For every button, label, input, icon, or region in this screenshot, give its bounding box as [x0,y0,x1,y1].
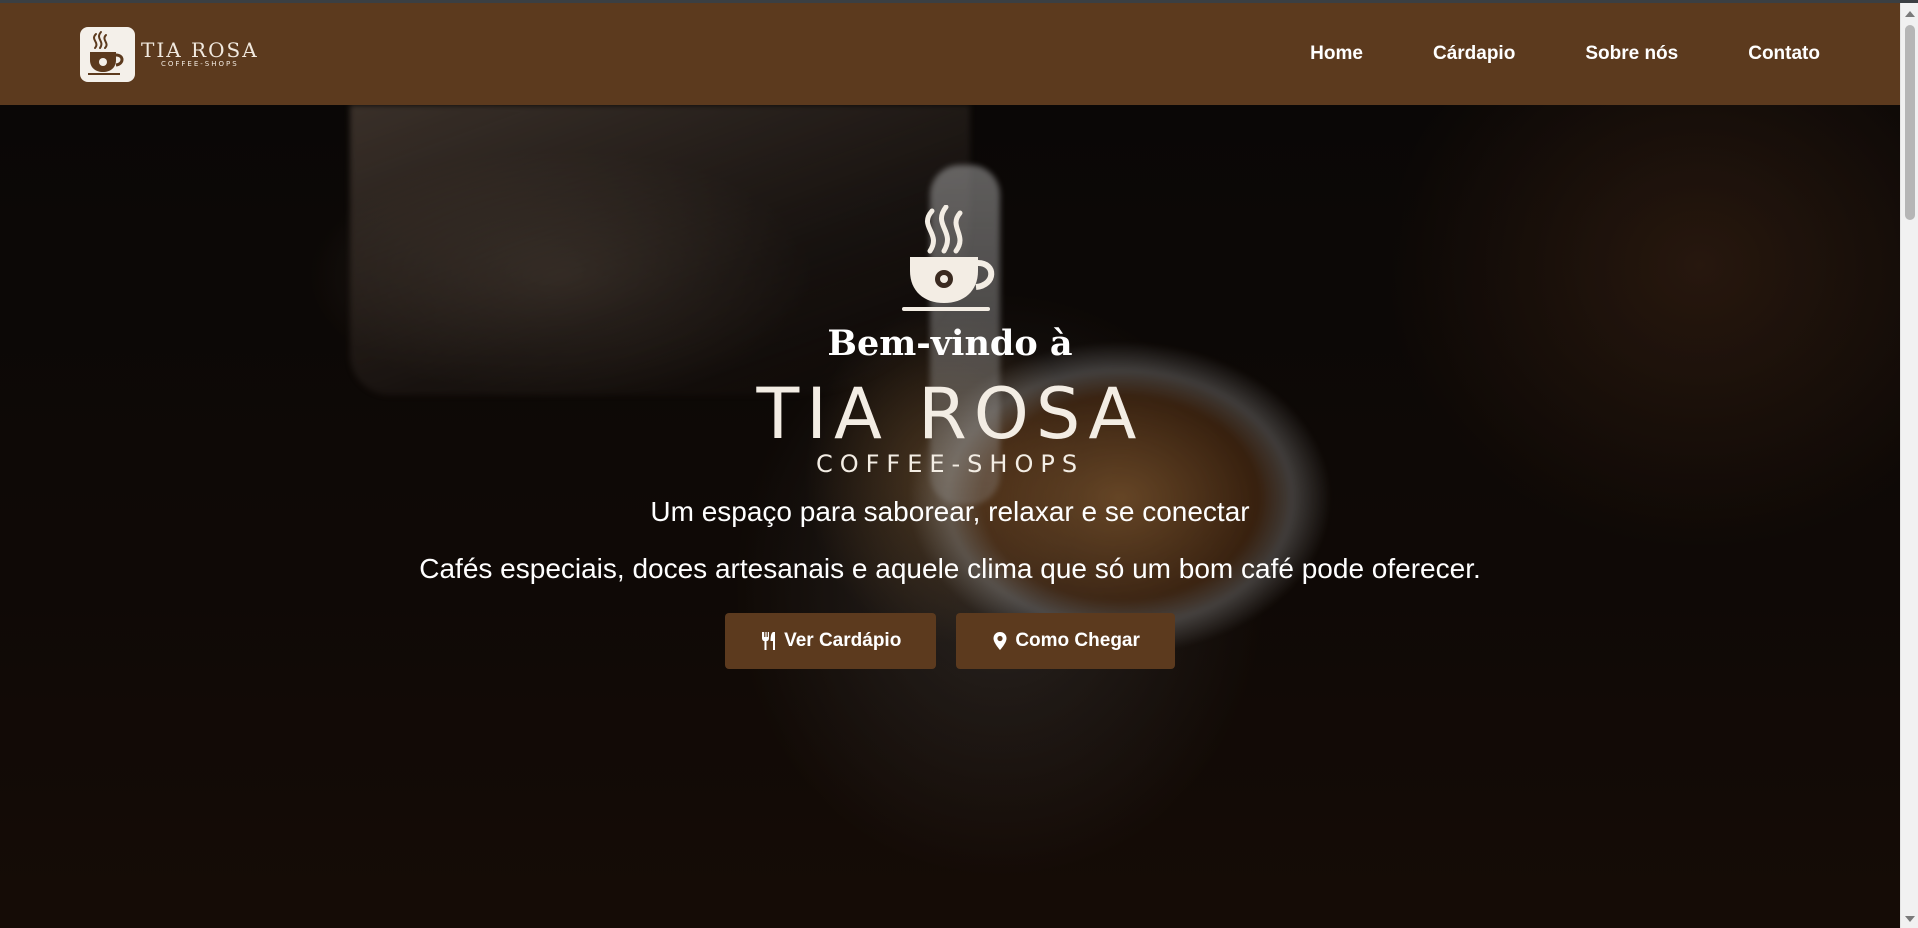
main-nav: Home Cárdapio Sobre nós Contato [1310,43,1820,65]
navbar: TIA ROSA COFFEE-SHOPS Home Cárdapio Sobr… [0,3,1900,105]
hero-brand-name: TIA ROSA [756,373,1144,455]
scroll-up-icon[interactable] [1905,11,1915,17]
ver-cardapio-button[interactable]: Ver Cardápio [725,613,937,669]
nav-link-cardapio[interactable]: Cárdapio [1433,43,1515,65]
nav-link-contato[interactable]: Contato [1748,43,1820,65]
como-chegar-button[interactable]: Como Chegar [956,613,1175,669]
brand-subtitle: COFFEE-SHOPS [160,59,239,68]
nav-link-sobre-nos[interactable]: Sobre nós [1585,43,1678,65]
nav-link-home[interactable]: Home [1310,43,1363,65]
utensils-icon [762,632,776,650]
page-scrollbar[interactable] [1900,3,1918,928]
hero-buttons: Ver Cardápio Como Chegar [725,613,1175,669]
brand-logo[interactable]: TIA ROSA COFFEE-SHOPS [80,26,259,82]
coffee-cup-rose-icon [902,205,995,311]
hero-brand-subtitle: COFFEE-SHOPS [815,450,1085,478]
hero-section: Bem-vindo à TIA ROSA COFFEE-SHOPS Um esp… [0,105,1900,928]
hero-tagline: Um espaço para saborear, relaxar e se co… [650,496,1250,527]
hero-welcome-heading: Bem-vindo à [827,323,1073,364]
map-pin-icon [993,632,1007,650]
coffee-cup-rose-icon [80,26,135,82]
hero-content: Bem-vindo à TIA ROSA COFFEE-SHOPS Um esp… [0,105,1900,928]
scrollbar-thumb[interactable] [1905,25,1915,220]
hero-description: Cafés especiais, doces artesanais e aque… [419,553,1481,584]
brand-name: TIA ROSA [141,37,259,62]
como-chegar-label: Como Chegar [1015,630,1140,651]
ver-cardapio-label: Ver Cardápio [784,630,902,651]
scroll-down-icon[interactable] [1905,916,1915,922]
